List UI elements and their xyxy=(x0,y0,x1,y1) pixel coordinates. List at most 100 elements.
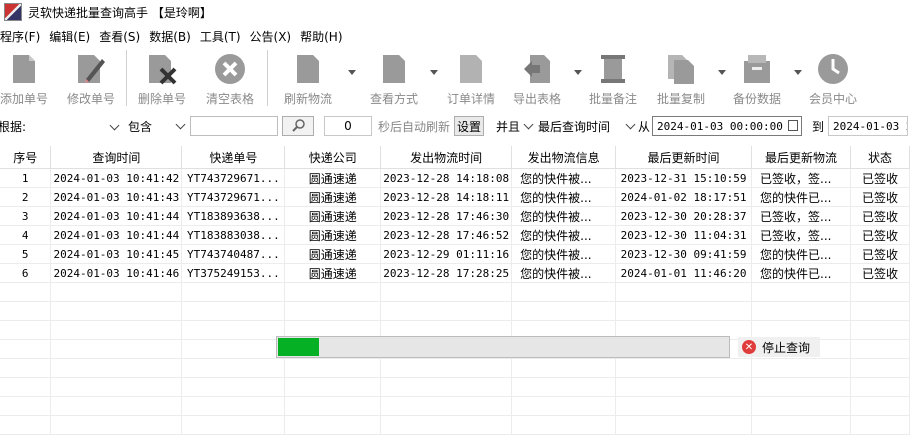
ship-time: 2023-12-28 17:46:30 xyxy=(380,206,513,226)
courier-company: 圆通速递 xyxy=(284,187,382,207)
last-update-info: 您的快件已... xyxy=(751,263,851,283)
last-update-time: 2023-12-30 20:28:37 xyxy=(615,206,753,226)
column-header[interactable]: 状态 xyxy=(850,146,910,169)
match-mode-select[interactable]: 包含 xyxy=(128,116,188,136)
row-index: 6 xyxy=(0,263,52,283)
courier-company: 圆通速递 xyxy=(284,206,382,226)
table-row[interactable]: 2 2024-01-03 10:41:43 YT743729671... 圆通速… xyxy=(0,187,910,207)
last-update-info: 已签收，签... xyxy=(751,168,851,188)
delete-number-button[interactable]: 删除单号 xyxy=(131,48,193,107)
column-header[interactable]: 快递单号 xyxy=(181,146,286,169)
document-add-icon xyxy=(7,52,41,86)
tracking-number: YT743729671... xyxy=(181,168,286,188)
courier-company: 圆通速递 xyxy=(284,225,382,245)
row-index: 3 xyxy=(0,206,52,226)
chevron-down-icon[interactable] xyxy=(348,70,356,75)
member-center-button[interactable]: 会员中心 xyxy=(802,48,864,107)
from-date-picker[interactable]: 2024-01-03 00:00:00 xyxy=(652,116,803,136)
tracking-number: YT743740487... xyxy=(181,244,286,264)
menu-edit[interactable]: 编辑(E) xyxy=(49,28,95,45)
chevron-down-icon xyxy=(175,119,186,130)
settings-button[interactable]: 设置 xyxy=(454,116,485,136)
to-label: 到 xyxy=(812,119,825,134)
edit-number-button[interactable]: 修改单号 xyxy=(60,48,122,107)
order-detail-button[interactable]: 订单详情 xyxy=(440,48,502,107)
tracking-number: YT743729671... xyxy=(181,187,286,207)
clear-table-button[interactable]: 清空表格 xyxy=(199,48,261,107)
column-header[interactable]: 查询时间 xyxy=(50,146,183,169)
ship-info: 您的快件被... xyxy=(511,187,617,207)
status: 已签收 xyxy=(850,263,910,283)
table-row[interactable]: 1 2024-01-03 10:41:42 YT743729671... 圆通速… xyxy=(0,168,910,188)
last-update-time: 2024-01-01 11:46:20 xyxy=(615,263,753,283)
ship-info: 您的快件被... xyxy=(511,263,617,283)
export-table-button[interactable]: 导出表格 xyxy=(506,48,582,107)
backup-data-button[interactable]: 备份数据 xyxy=(726,48,802,107)
chevron-down-icon[interactable] xyxy=(430,70,438,75)
table-row[interactable]: 6 2024-01-03 10:41:46 YT375249153... 圆通速… xyxy=(0,263,910,283)
status: 已签收 xyxy=(850,225,910,245)
chevron-down-icon[interactable] xyxy=(794,70,802,75)
query-time: 2024-01-03 10:41:44 xyxy=(50,206,183,226)
refresh-logistics-button[interactable]: 刷新物流 xyxy=(272,48,356,107)
batch-copy-button[interactable]: 批量复制 xyxy=(650,48,726,107)
menu-notice[interactable]: 公告(X) xyxy=(250,28,297,45)
tracking-number: YT183883038... xyxy=(181,225,286,245)
batch-note-button[interactable]: 批量备注 xyxy=(582,48,644,107)
table-row[interactable]: 5 2024-01-03 10:41:45 YT743740487... 圆通速… xyxy=(0,244,910,264)
menu-program[interactable]: 程序(F) xyxy=(0,28,45,45)
query-progress-bar xyxy=(276,336,730,358)
query-time: 2024-01-03 10:41:45 xyxy=(50,244,183,264)
empty-row xyxy=(0,396,910,416)
filter-bar: 根据: 包含 0 秒后自动刷新 设置 并且 最后查询时间 从 2024-01-0… xyxy=(0,114,910,138)
column-header[interactable]: 最后更新物流 xyxy=(751,146,851,169)
keyword-input[interactable] xyxy=(190,116,278,136)
ship-info: 您的快件被... xyxy=(511,244,617,264)
search-button[interactable] xyxy=(282,116,314,136)
column-header[interactable]: 快递公司 xyxy=(284,146,382,169)
date-field-select[interactable]: 最后查询时间 xyxy=(538,116,636,136)
column-header[interactable]: 最后更新时间 xyxy=(615,146,753,169)
menu-data[interactable]: 数据(B) xyxy=(149,28,196,45)
table-row[interactable]: 3 2024-01-03 10:41:44 YT183893638... 圆通速… xyxy=(0,206,910,226)
view-mode-button[interactable]: 查看方式 xyxy=(362,48,438,107)
table-row[interactable]: 4 2024-01-03 10:41:44 YT183883038... 圆通速… xyxy=(0,225,910,245)
ship-info: 您的快件被... xyxy=(511,206,617,226)
column-header[interactable]: 发出物流时间 xyxy=(380,146,513,169)
ship-time: 2023-12-28 17:46:52 xyxy=(380,225,513,245)
document-pencil-icon xyxy=(74,52,108,86)
auto-refresh-label: 秒后自动刷新 xyxy=(378,119,451,134)
row-index: 1 xyxy=(0,168,52,188)
stop-query-button[interactable]: ✕ 停止查询 xyxy=(738,337,820,357)
empty-row xyxy=(0,358,910,378)
ship-time: 2023-12-29 01:11:16 xyxy=(380,244,513,264)
auto-refresh-seconds-input[interactable]: 0 xyxy=(324,116,372,136)
calendar-icon xyxy=(788,120,799,131)
query-time: 2024-01-03 10:41:43 xyxy=(50,187,183,207)
filter-label: 根据: xyxy=(0,119,27,134)
query-time: 2024-01-03 10:41:44 xyxy=(50,225,183,245)
copy-icon xyxy=(664,52,698,86)
scroll-note-icon xyxy=(596,52,630,86)
row-index: 4 xyxy=(0,225,52,245)
last-update-time: 2023-12-30 09:41:59 xyxy=(615,244,753,264)
document-detail-icon xyxy=(454,52,488,86)
ship-time: 2023-12-28 14:18:08 xyxy=(380,168,513,188)
menu-view[interactable]: 查看(S) xyxy=(99,28,145,45)
row-index: 2 xyxy=(0,187,52,207)
chevron-down-icon[interactable] xyxy=(718,70,726,75)
courier-company: 圆通速递 xyxy=(284,244,382,264)
toolbar-separator xyxy=(126,50,127,106)
column-header[interactable]: 发出物流信息 xyxy=(511,146,617,169)
chevron-down-icon[interactable] xyxy=(574,70,582,75)
document-refresh-icon xyxy=(291,52,325,86)
logic-select[interactable]: 并且 xyxy=(490,116,534,136)
add-number-button[interactable]: 添加单号 xyxy=(0,48,50,107)
to-date-picker[interactable]: 2024-01-03 2 xyxy=(828,116,909,136)
menu-help[interactable]: 帮助(H) xyxy=(300,28,347,45)
filter-field-select[interactable] xyxy=(30,116,122,136)
empty-row xyxy=(0,301,910,321)
menu-tools[interactable]: 工具(T) xyxy=(200,28,246,45)
query-time: 2024-01-03 10:41:42 xyxy=(50,168,183,188)
column-header[interactable]: 序号 xyxy=(0,146,52,169)
